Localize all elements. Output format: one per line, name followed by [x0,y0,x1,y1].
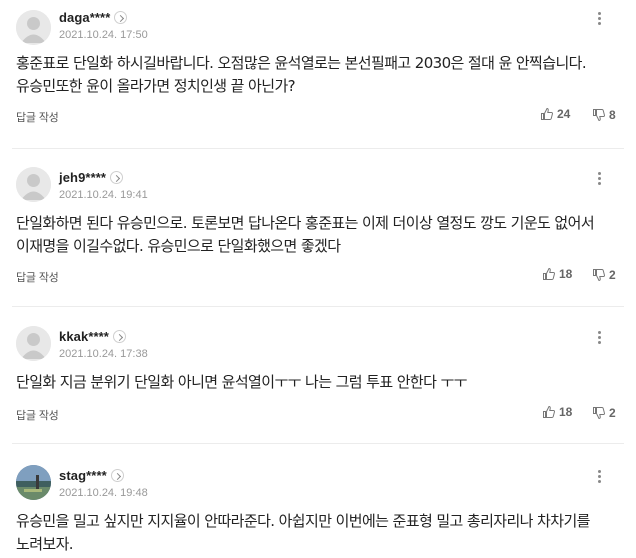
dislike-count: 2 [609,268,616,282]
comment-text: 홍준표로 단일화 하시길바랍니다. 오점많은 윤석열로는 본선필패고 2030은… [16,54,587,95]
reply-button[interactable]: 답글 작성 [16,109,59,125]
like-count: 18 [559,405,573,419]
default-avatar-icon [16,326,51,361]
comment-text: 단일화 지금 분위기 단일화 아니면 윤석열이ㅜㅜ 나는 그럼 투표 안한다 ㅜ… [16,373,467,391]
thumbs-down-icon [593,269,605,282]
username-link[interactable]: daga**** [59,10,128,25]
username[interactable]: daga**** [59,10,110,25]
default-avatar-icon [16,167,51,202]
comment-date: 2021.10.24. 17:50 [59,29,148,41]
username[interactable]: kkak**** [59,329,109,344]
reply-button[interactable]: 답글 작성 [16,407,59,423]
like-button[interactable]: 18 [542,405,572,419]
comment-date: 2021.10.24. 19:41 [59,189,148,201]
comment-date: 2021.10.24. 17:38 [59,348,148,360]
username-link[interactable]: stag**** [59,468,124,483]
divider [12,306,624,307]
like-count: 18 [559,267,573,281]
thumbs-down-icon [593,407,605,420]
like-button[interactable]: 18 [542,267,572,281]
more-vertical-icon[interactable] [594,10,604,28]
dislike-button[interactable]: 8 [592,108,616,122]
username-link[interactable]: kkak**** [59,329,126,344]
dislike-button[interactable]: 2 [592,268,616,282]
thumbs-up-icon [543,405,555,418]
username-link[interactable]: jeh9**** [59,170,124,185]
profile-photo [16,465,51,500]
more-vertical-icon[interactable] [594,170,604,188]
comment-text: 유승민을 밀고 싶지만 지지율이 안따라준다. 아쉽지만 이번에는 준표형 밀고… [16,512,590,553]
thumbs-up-icon [541,107,553,120]
like-button[interactable]: 24 [540,107,570,121]
thumbs-up-icon [543,267,555,280]
comment-text: 단일화하면 된다 유승민으로. 토론보면 답나온다 홍준표는 이제 더이상 열정… [16,214,595,255]
more-vertical-icon[interactable] [594,468,604,486]
avatar[interactable] [16,465,51,500]
chevron-right-icon[interactable] [110,171,124,184]
reply-button[interactable]: 답글 작성 [16,269,59,285]
dislike-count: 2 [609,406,616,420]
divider [12,148,624,149]
dislike-count: 8 [609,108,616,122]
like-count: 24 [557,107,571,121]
dislike-button[interactable]: 2 [592,406,616,420]
username[interactable]: jeh9**** [59,170,106,185]
chevron-right-icon[interactable] [114,11,128,24]
more-vertical-icon[interactable] [594,329,604,347]
chevron-right-icon[interactable] [112,330,126,343]
avatar[interactable] [16,326,51,361]
avatar[interactable] [16,10,51,45]
username[interactable]: stag**** [59,468,107,483]
thumbs-down-icon [593,109,605,122]
comment-date: 2021.10.24. 19:48 [59,487,148,499]
divider [12,443,624,444]
avatar[interactable] [16,167,51,202]
default-avatar-icon [16,10,51,45]
chevron-right-icon[interactable] [110,469,124,482]
